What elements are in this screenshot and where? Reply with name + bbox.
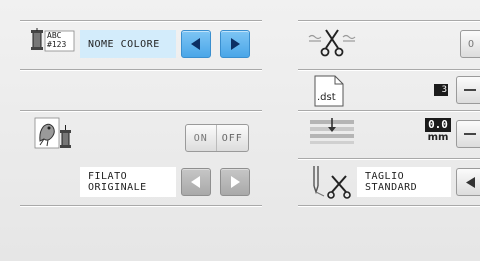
trim-setting-line1: TAGLIO <box>365 171 405 182</box>
divider <box>298 110 480 111</box>
toggle-on[interactable]: ON <box>186 125 216 151</box>
original-thread-line2: ORIGINALE <box>88 182 147 193</box>
trim-setting-prev-button[interactable] <box>456 168 480 196</box>
file-ext-label: .dst <box>317 92 336 103</box>
thread-cut-scissors-icon <box>308 28 356 58</box>
thread-display-prev-button[interactable] <box>181 30 211 58</box>
value-chip-digit: 3 <box>441 85 447 95</box>
divider <box>298 20 480 21</box>
mm-decrease-button[interactable] <box>456 120 480 148</box>
arrow-left-icon <box>466 176 475 188</box>
arrow-left-icon <box>191 176 200 188</box>
toggle-off[interactable]: OFF <box>215 125 248 151</box>
divider <box>20 205 262 206</box>
arrow-right-icon <box>231 38 240 50</box>
original-thread-line1: FILATO <box>88 171 128 182</box>
thread-display-next-button[interactable] <box>220 30 250 58</box>
decrease-button[interactable] <box>456 76 480 104</box>
original-thread-toggle[interactable]: ON OFF <box>185 124 249 152</box>
embroidery-original-thread-icon <box>34 117 74 153</box>
value-chip: 3 <box>434 84 448 96</box>
original-thread-next-button[interactable] <box>220 168 250 196</box>
arrow-right-icon <box>231 176 240 188</box>
trim-setting-label: TAGLIO STANDARD <box>357 167 451 197</box>
thread-cut-button[interactable]: O <box>460 30 480 58</box>
fabric-layers-icon <box>310 116 354 146</box>
trim-setting-line2: STANDARD <box>365 182 418 193</box>
needle-trim-scissors-icon <box>308 166 354 200</box>
file-document-icon: .dst <box>314 75 344 107</box>
divider <box>20 20 262 21</box>
thread-spool-code-icon: ABC #123 <box>30 28 76 54</box>
original-thread-label: FILATO ORIGINALE <box>80 167 176 197</box>
divider <box>298 158 480 159</box>
thread-display-label: NOME COLORE <box>80 30 176 58</box>
divider <box>20 69 262 70</box>
divider <box>20 110 262 111</box>
divider <box>298 69 480 70</box>
code-icon-line1: ABC <box>47 31 62 40</box>
mm-value-display: 0.0 mm <box>423 118 453 148</box>
mm-value-text: 0.0 <box>425 118 451 132</box>
divider <box>298 205 480 206</box>
settings-panel: ABC #123 NOME COLORE ON OFF FILATO ORIGI… <box>0 0 480 261</box>
thread-display-text: NOME COLORE <box>88 38 160 50</box>
arrow-left-icon <box>191 38 200 50</box>
code-icon-line2: #123 <box>47 40 67 49</box>
thread-cut-button-text: O <box>468 38 475 50</box>
original-thread-prev-button[interactable] <box>181 168 211 196</box>
mm-unit-label: mm <box>427 132 449 143</box>
